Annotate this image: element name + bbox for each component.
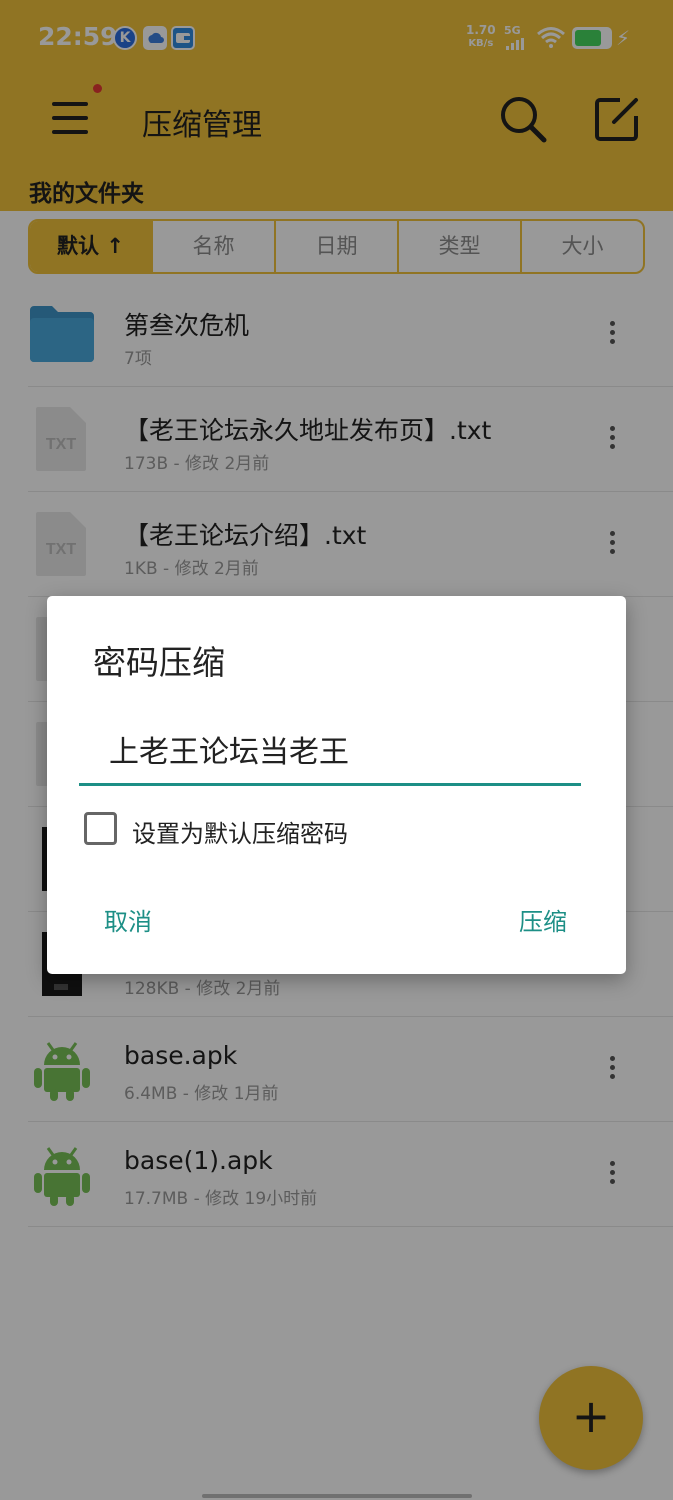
dialog-title: 密码压缩: [93, 643, 225, 682]
password-input[interactable]: [79, 714, 581, 786]
default-password-checkbox[interactable]: [84, 812, 117, 845]
password-compress-dialog: 密码压缩 设置为默认压缩密码 取消 压缩: [47, 596, 626, 974]
checkbox-label: 设置为默认压缩密码: [132, 820, 348, 848]
compress-button[interactable]: 压缩: [519, 902, 567, 937]
cancel-button[interactable]: 取消: [104, 902, 152, 937]
